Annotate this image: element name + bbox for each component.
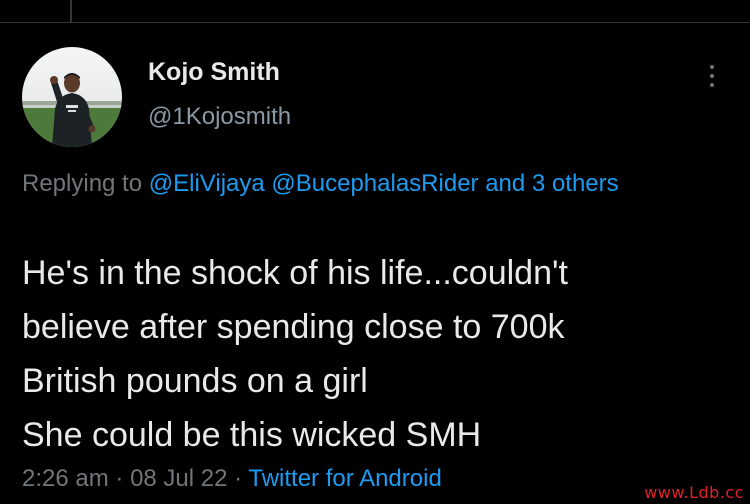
others-link[interactable]: and 3 others [485,170,618,197]
vertical-ellipsis-icon [710,65,714,69]
vertical-ellipsis-dot [710,74,714,78]
tweet-text-line: British pounds on a girl [22,362,368,400]
replying-to: Replying to @EliVijaya @BucephalasRider … [22,166,722,202]
tweet-text-line: believe after spending close to 700k [22,308,565,346]
more-options-button[interactable] [700,60,724,94]
tweet-meta: 2:26 am · 08 Jul 22 · Twitter for Androi… [22,465,442,493]
profile-photo-icon [22,47,122,147]
avatar[interactable] [22,47,122,147]
tweet-time[interactable]: 2:26 am [22,465,109,492]
tweet-text-line: He's in the shock of his life...couldn't [22,254,568,292]
tweet-source-link[interactable]: Twitter for Android [248,465,441,492]
mention-link[interactable]: @BucephalasRider [271,170,478,197]
watermark: www.Ldb.cc [644,483,744,502]
meta-separator: · [234,465,243,492]
tweet-text: He's in the shock of his life...couldn't… [22,246,737,462]
meta-separator: · [115,465,124,492]
author-handle[interactable]: @1Kojosmith [148,103,291,131]
replying-and: and [485,170,526,197]
tweet-text-line: She could be this wicked SMH [22,416,482,454]
others-count: 3 others [531,170,619,197]
vertical-ellipsis-dot [710,83,714,87]
thread-connector-line [70,0,72,22]
tweet-date[interactable]: 08 Jul 22 [130,465,227,492]
top-divider [0,22,750,23]
replying-prefix: Replying to [22,170,143,197]
mention-link[interactable]: @EliVijaya [149,170,265,197]
author-display-name[interactable]: Kojo Smith [148,58,280,87]
